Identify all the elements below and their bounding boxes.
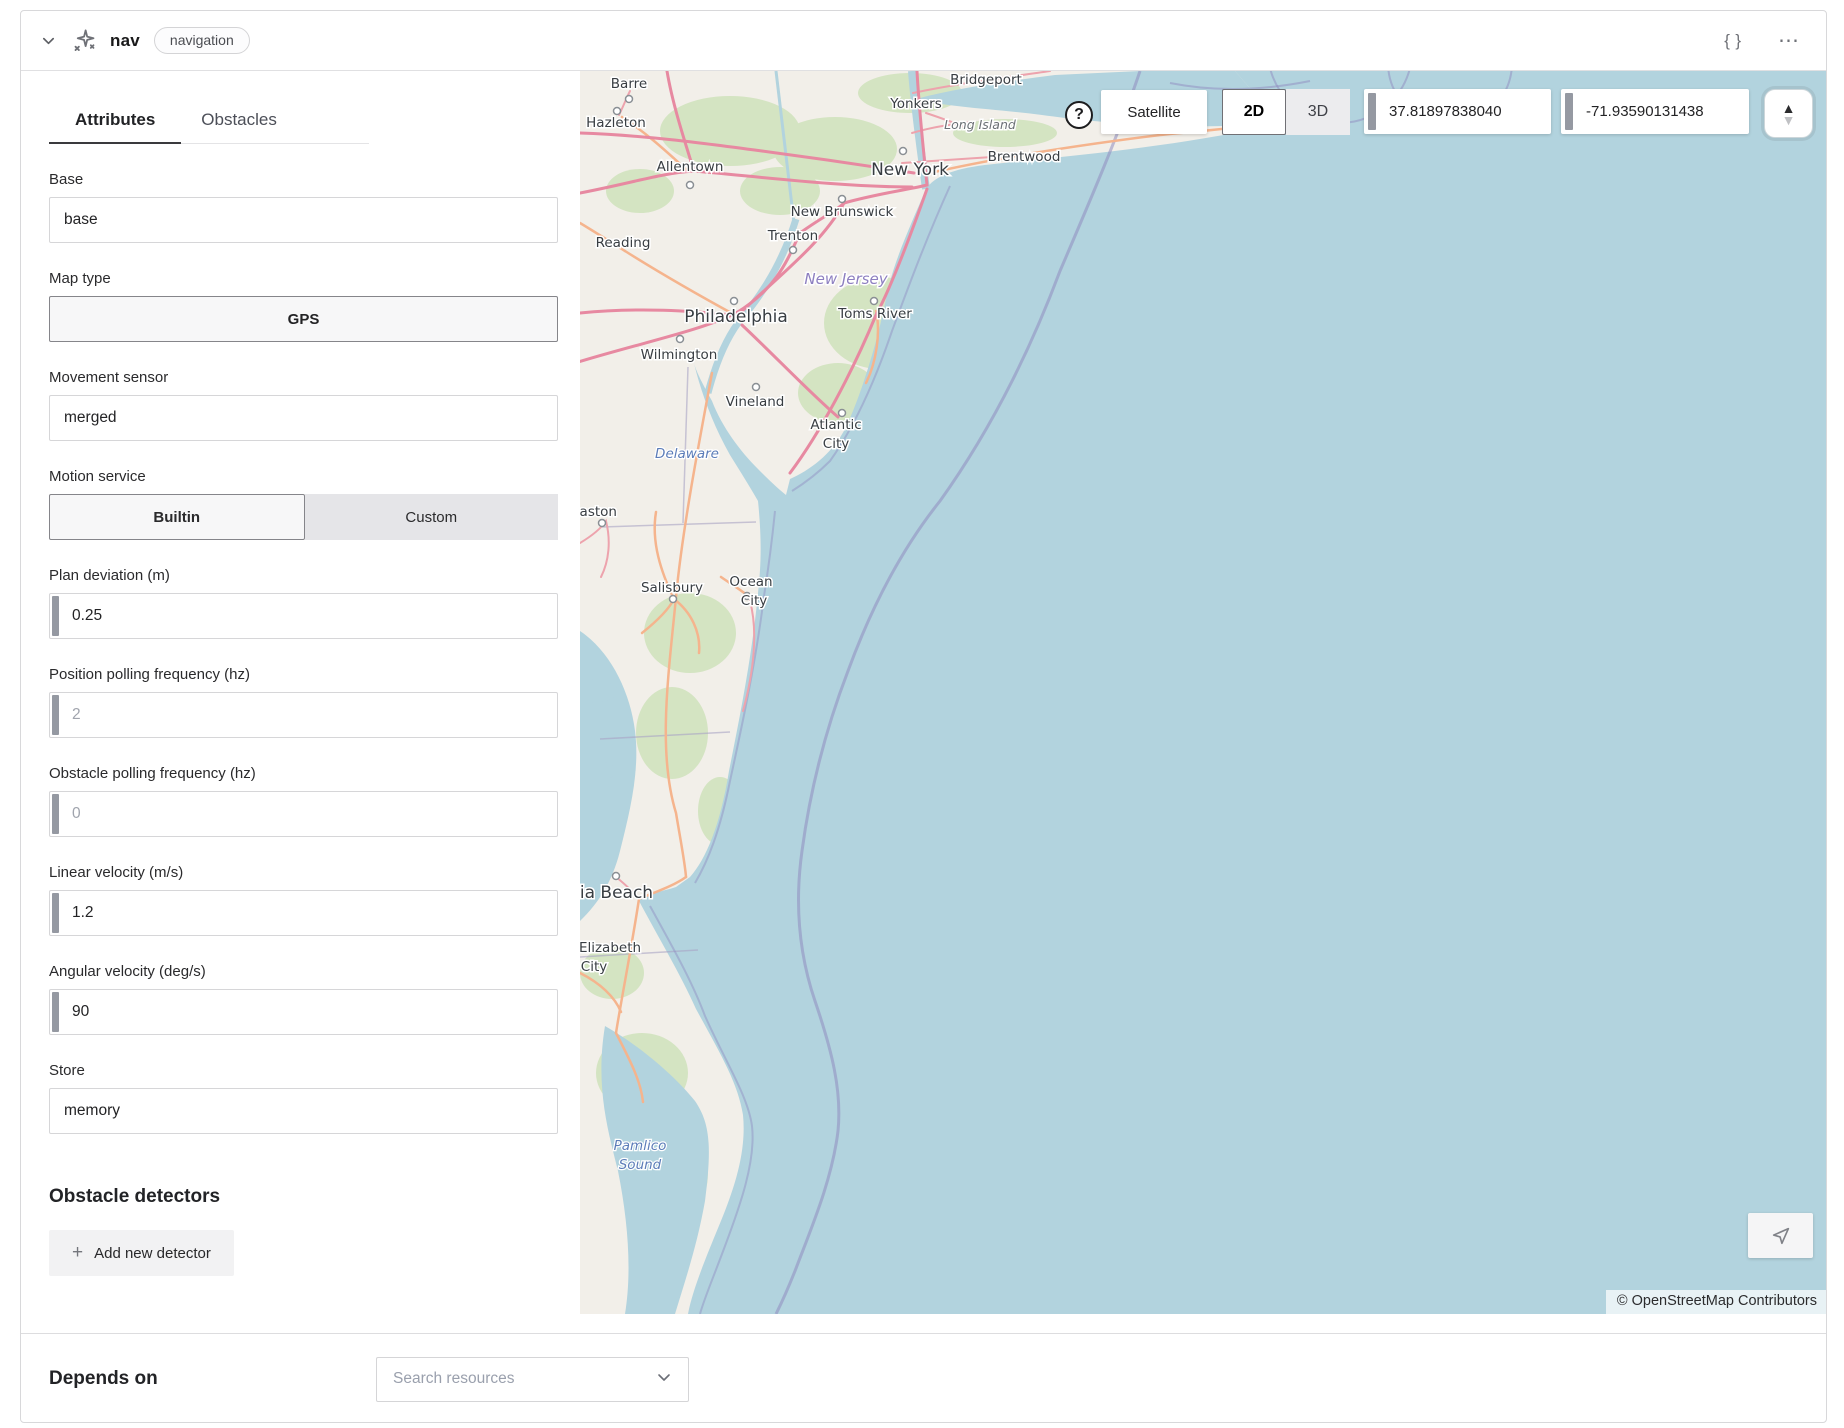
svg-text:Toms River: Toms River <box>837 306 912 322</box>
position-polling-label: Position polling frequency (hz) <box>49 666 580 683</box>
svg-text:Reading: Reading <box>596 235 651 251</box>
svg-text:Hazleton: Hazleton <box>586 115 646 131</box>
svg-text:New Brunswick: New Brunswick <box>791 204 894 220</box>
plan-deviation-label: Plan deviation (m) <box>49 567 580 584</box>
store-input[interactable]: memory <box>49 1088 558 1134</box>
panel-tabs: Attributes Obstacles <box>49 104 369 144</box>
number-input-bar <box>1565 93 1573 130</box>
number-input-bar <box>52 695 59 735</box>
svg-text:Wilmington: Wilmington <box>641 347 718 363</box>
plan-deviation-input[interactable]: 0.25 <box>49 593 558 639</box>
svg-text:New Jersey: New Jersey <box>804 270 888 288</box>
svg-text:Long Island: Long Island <box>944 117 1016 132</box>
position-polling-input[interactable]: 2 <box>49 692 558 738</box>
svg-text:City: City <box>741 593 767 609</box>
map-3d-button[interactable]: 3D <box>1286 89 1350 135</box>
svg-text:New York: New York <box>871 160 949 180</box>
chevron-down-icon <box>656 1369 672 1390</box>
tab-obstacles[interactable]: Obstacles <box>181 104 297 143</box>
angular-velocity-label: Angular velocity (deg/s) <box>49 963 580 980</box>
depends-on-label: Depends on <box>49 1368 186 1390</box>
spacer <box>21 1314 1826 1333</box>
svg-text:City: City <box>823 436 849 452</box>
collapse-chevron-icon[interactable] <box>41 33 57 49</box>
motion-custom-button[interactable]: Custom <box>305 494 559 540</box>
latitude-input[interactable]: 37.81897838040 <box>1364 89 1551 134</box>
svg-text:Elizabeth: Elizabeth <box>580 940 641 956</box>
svg-text:Salisbury: Salisbury <box>641 580 703 596</box>
svg-text:Sound: Sound <box>619 1157 662 1173</box>
movement-sensor-label: Movement sensor <box>49 369 580 386</box>
resource-type-badge: navigation <box>154 27 250 54</box>
number-input-bar <box>52 794 59 834</box>
json-mode-icon[interactable]: { } <box>1724 31 1742 51</box>
openstreetmap-tiles: Barre Hazleton Allentown Reading Trenton New … <box>580 71 1826 1314</box>
navigation-arrow-icon <box>1770 1225 1792 1247</box>
number-input-bar <box>52 893 59 933</box>
obstacle-polling-input[interactable]: 0 <box>49 791 558 837</box>
motion-builtin-button[interactable]: Builtin <box>49 494 305 540</box>
config-panel: Attributes Obstacles Base base Map type … <box>21 71 580 1314</box>
motion-service-toggle: Builtin Custom <box>49 494 558 540</box>
zoom-stepper[interactable]: ▲ ▼ <box>1764 89 1813 138</box>
svg-text:Vineland: Vineland <box>726 394 785 410</box>
svg-text:Allentown: Allentown <box>657 159 724 175</box>
linear-velocity-label: Linear velocity (m/s) <box>49 864 580 881</box>
base-input[interactable]: base <box>49 197 558 243</box>
svg-text:Yonkers: Yonkers <box>889 96 942 112</box>
angular-velocity-input[interactable]: 90 <box>49 989 558 1035</box>
svg-text:Barre: Barre <box>611 76 647 92</box>
recenter-button[interactable] <box>1748 1213 1813 1258</box>
svg-text:Ocean: Ocean <box>729 574 772 590</box>
obstacle-polling-label: Obstacle polling frequency (hz) <box>49 765 580 782</box>
svg-text:Bridgeport: Bridgeport <box>950 72 1022 88</box>
step-down-icon[interactable]: ▼ <box>1782 114 1796 126</box>
svg-text:Atlantic: Atlantic <box>810 417 861 433</box>
svg-text:Brentwood: Brentwood <box>988 149 1061 165</box>
longitude-input[interactable]: -71.93590131438 <box>1561 89 1749 134</box>
svg-text:Easton: Easton <box>580 504 617 520</box>
svg-text:City: City <box>581 959 607 975</box>
svg-text:Trenton: Trenton <box>767 228 819 244</box>
tab-attributes[interactable]: Attributes <box>49 104 181 144</box>
number-input-bar <box>1368 93 1376 130</box>
add-detector-button[interactable]: + Add new detector <box>49 1230 234 1276</box>
number-input-bar <box>52 992 59 1032</box>
motion-service-label: Motion service <box>49 468 580 485</box>
satellite-toggle-button[interactable]: Satellite <box>1101 90 1207 134</box>
base-label: Base <box>49 171 580 188</box>
svg-text:Virginia Beach: Virginia Beach <box>580 883 653 903</box>
depends-on-section: Depends on Search resources <box>21 1333 1826 1423</box>
plus-icon: + <box>72 1242 83 1264</box>
map-type-label: Map type <box>49 270 580 287</box>
svg-text:Delaware: Delaware <box>655 446 719 462</box>
movement-sensor-input[interactable]: merged <box>49 395 558 441</box>
map-2d-button[interactable]: 2D <box>1222 89 1286 135</box>
map-canvas[interactable]: Barre Hazleton Allentown Reading Trenton New … <box>580 71 1826 1314</box>
navigation-service-icon <box>71 27 98 54</box>
more-menu-icon[interactable]: ⋯ <box>1778 36 1800 46</box>
svg-text:Philadelphia: Philadelphia <box>684 307 788 327</box>
map-attribution: © OpenStreetMap Contributors <box>1606 1290 1826 1314</box>
svg-text:Pamlico: Pamlico <box>614 1138 667 1154</box>
obstacle-detectors-heading: Obstacle detectors <box>49 1186 580 1208</box>
number-input-bar <box>52 596 59 636</box>
linear-velocity-input[interactable]: 1.2 <box>49 890 558 936</box>
map-dimension-toggle: 2D 3D <box>1222 89 1350 135</box>
card-header: nav navigation { } ⋯ <box>21 11 1826 71</box>
help-icon[interactable]: ? <box>1065 101 1093 129</box>
depends-on-select[interactable]: Search resources <box>376 1357 689 1402</box>
resource-card: nav navigation { } ⋯ Attributes Obstacle… <box>20 10 1827 1423</box>
store-label: Store <box>49 1062 580 1079</box>
map-type-gps-button[interactable]: GPS <box>49 296 558 342</box>
resource-name: nav <box>110 31 140 51</box>
